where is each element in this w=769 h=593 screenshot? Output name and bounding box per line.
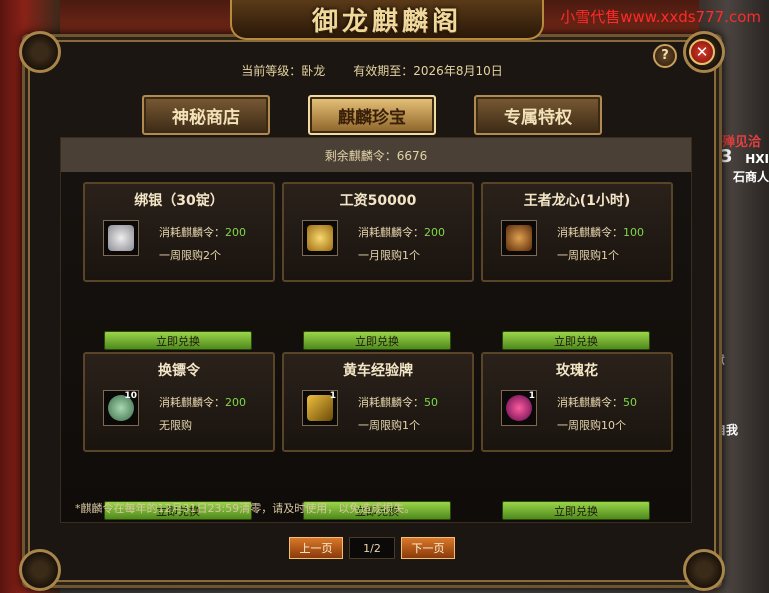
item-limit: 一周限购2个 [159,249,221,262]
item-name: 王者龙心(1小时) [523,193,631,209]
item-slot[interactable] [501,220,537,256]
tab-mystery-shop[interactable]: 神秘商店 [142,95,270,135]
prev-page-button[interactable]: 上一页 [289,537,343,559]
silver-ingot-icon [108,225,134,251]
item-name: 玫瑰花 [556,363,598,379]
npc-title-label: 石商人 [732,170,769,184]
item-slot[interactable]: 10 [103,390,139,426]
exchange-button[interactable]: 立即兑换 [502,331,650,350]
window-title: 御龙麒麟阁 [311,6,462,37]
wage-icon [307,225,333,251]
item-card: 绑银（30锭） 消耗麒麟令：200 一周限购2个 [83,182,275,282]
expiry-date-label: 有效期至：2026年8月10日 [353,63,503,78]
watermark-text: 小雪代售www.xxds777.com [560,8,761,26]
item-card: 玫瑰花 1 消耗麒麟令：50 一周限购10个 [481,352,673,452]
tab-qilin-treasure[interactable]: 麒麟珍宝 [308,95,436,135]
dragon-heart-icon [506,225,532,251]
close-button[interactable]: ✕ [689,39,715,65]
page-indicator: 1/2 [349,537,395,559]
current-level-label: 当前等级：卧龙 [241,63,326,78]
tab-exclusive-privilege[interactable]: 专属特权 [474,95,602,135]
item-cost: 消耗麒麟令：50 [557,396,637,409]
item-name: 绑银（30锭） [134,193,224,209]
exchange-button[interactable]: 立即兑换 [104,331,252,350]
item-card: 换镖令 10 消耗麒麟令：200 无限购 [83,352,275,452]
item-limit: 一周限购1个 [358,419,420,432]
remaining-tokens-bar: 剩余麒麟令：6676 [61,138,691,172]
item-card: 黄车经验牌 1 消耗麒麟令：50 一周限购1个 [282,352,474,452]
item-name: 工资50000 [339,193,417,209]
item-name: 黄车经验牌 [343,363,413,379]
item-cost: 消耗麒麟令：200 [159,226,246,239]
reset-notice: *麒麟令在每年的12月31日23:59清零，请及时使用，以免造成损失。 [75,502,416,515]
item-slot[interactable] [302,220,338,256]
title-plate: 御龙麒麟阁 [230,0,544,40]
item-limit: 一周限购1个 [557,249,619,262]
item-limit: 无限购 [159,419,192,432]
exchange-button[interactable]: 立即兑换 [502,501,650,520]
item-name: 换镖令 [158,363,200,379]
qilin-pavilion-window: ? ✕ 当前等级：卧龙 有效期至：2026年8月10日 神秘商店 麒麟珍宝 专属… [19,31,725,591]
item-slot[interactable]: 1 [501,390,537,426]
tab-bar: 神秘商店 麒麟珍宝 专属特权 [25,95,719,137]
item-card: 工资50000 消耗麒麟令：200 一月限购1个 [282,182,474,282]
item-card: 王者龙心(1小时) 消耗麒麟令：100 一周限购1个 [481,182,673,282]
item-stack-count: 1 [528,391,535,401]
item-slot[interactable]: 1 [302,390,338,426]
treasure-panel: 剩余麒麟令：6676 绑银（30锭） 消耗麒麟令：200 一周限购2个 立即兑换… [60,137,692,523]
next-page-button[interactable]: 下一页 [401,537,455,559]
item-cost: 消耗麒麟令：100 [557,226,644,239]
item-stack-count: 1 [329,391,336,401]
item-cost: 消耗麒麟令：200 [358,226,445,239]
pagination: 上一页 1/2 下一页 [25,537,719,559]
item-slot[interactable] [103,220,139,256]
exchange-button[interactable]: 立即兑换 [303,331,451,350]
status-header: 当前等级：卧龙 有效期至：2026年8月10日 [55,55,689,85]
npc-tag-label: HXI [745,152,769,166]
item-cost: 消耗麒麟令：200 [159,396,246,409]
item-limit: 一月限购1个 [358,249,420,262]
item-cost: 消耗麒麟令：50 [358,396,438,409]
item-limit: 一周限购10个 [557,419,626,432]
remaining-tokens-label: 剩余麒麟令：6676 [324,148,428,163]
item-stack-count: 10 [124,391,137,401]
